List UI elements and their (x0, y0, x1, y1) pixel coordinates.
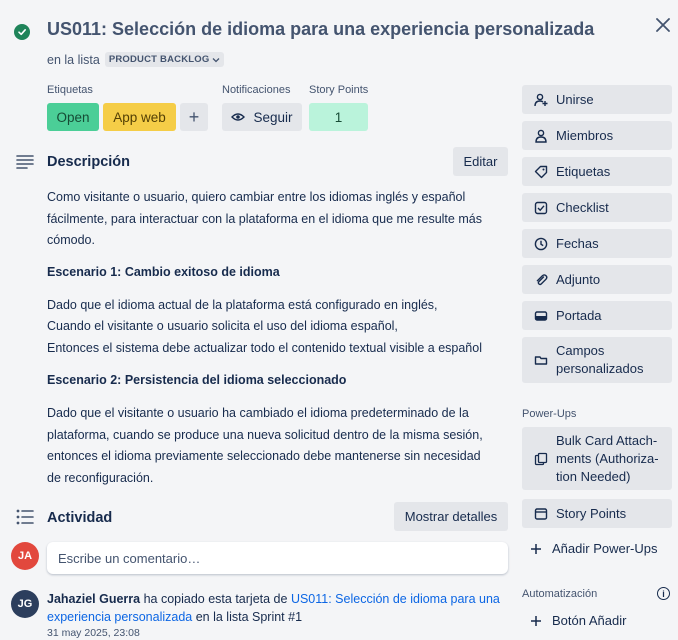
scenario1-title: Escenario 1: Cambio exitoso de idioma (47, 265, 280, 279)
description-icon (16, 155, 34, 169)
list-name: PRODUCT BACKLOG (108, 54, 210, 65)
edit-description-button[interactable]: Editar (453, 147, 508, 176)
notifications-heading: Notificaciones (222, 84, 291, 96)
dates-button[interactable]: Fechas (522, 229, 672, 258)
checklist-label: Checklist (556, 200, 609, 215)
story-points-value[interactable]: 1 (309, 103, 368, 131)
story-points-icon (534, 507, 548, 520)
activity-entry: Jahaziel Guerra ha copiado esta tarjeta … (47, 590, 507, 626)
attachment-button[interactable]: Adjunto (522, 265, 672, 294)
powerups-heading: Power-Ups (522, 408, 577, 420)
custom-fields-label: Campos personalizados (556, 343, 644, 376)
activity-user-avatar[interactable]: JG (11, 590, 39, 618)
join-button[interactable]: Unirse (522, 85, 672, 114)
attachment-label: Adjunto (556, 272, 601, 287)
clock-icon (534, 237, 548, 250)
person-icon (535, 129, 547, 143)
activity-icon (16, 509, 34, 525)
dates-label: Fechas (556, 236, 599, 251)
bulk-attachments-button[interactable]: Bulk Card Attach­ments (Authoriza­tion N… (522, 427, 672, 490)
list-location: en la lista PRODUCT BACKLOG (47, 52, 225, 67)
bulk-attachments-label: Bulk Card Attach­ments (Authoriza­tion N… (556, 432, 659, 484)
add-powerups-label: Añadir Power-Ups (552, 541, 658, 556)
plus-icon (531, 615, 541, 626)
close-button[interactable] (650, 12, 676, 38)
labels-label: Etiquetas (556, 164, 611, 179)
list-selector[interactable]: PRODUCT BACKLOG (104, 52, 225, 67)
custom-fields-button[interactable]: Campos personalizados (522, 337, 672, 383)
story-points-powerup-button[interactable]: Story Points (522, 499, 672, 528)
add-button-label: Botón Añadir (552, 613, 627, 628)
activity-action: ha copiado esta tarjeta de (143, 592, 288, 606)
copy-attach-icon (534, 452, 548, 465)
scenario2-text: Dado que el visitante o usuario ha cambi… (47, 406, 483, 485)
scenario1-line1: Dado que el idioma actual de la platafor… (47, 298, 438, 312)
paperclip-icon (536, 273, 548, 285)
activity-suffix: en la lista Sprint #1 (195, 610, 303, 624)
activity-timestamp[interactable]: 31 may 2025, 23:08 (47, 627, 140, 639)
story-points-heading: Story Points (309, 84, 369, 96)
checkbox-icon (534, 201, 548, 214)
in-list-prefix: en la lista (47, 52, 100, 67)
add-powerups-button[interactable]: Añadir Power-Ups (530, 541, 658, 556)
members-button[interactable]: Miembros (522, 121, 672, 150)
watch-label: Seguir (253, 109, 293, 125)
description-intro: Como visitante o usuario, quiero cambiar… (47, 190, 482, 247)
card-cover-icon (534, 310, 548, 321)
members-label: Miembros (556, 128, 614, 143)
scenario2-title: Escenario 2: Persistencia del idioma sel… (47, 373, 347, 387)
chevron-down-icon (212, 57, 220, 62)
activity-user-name[interactable]: Jahaziel Guerra (47, 592, 140, 606)
watch-button[interactable]: Seguir (222, 103, 302, 131)
labels-heading: Etiquetas (47, 84, 93, 96)
label-app-web[interactable]: App web (103, 103, 176, 131)
add-label-button[interactable]: + (180, 103, 208, 131)
eye-icon (231, 113, 246, 121)
add-person-icon (534, 93, 548, 106)
checklist-button[interactable]: Checklist (522, 193, 672, 222)
show-details-button[interactable]: Mostrar detalles (394, 502, 508, 531)
activity-heading: Actividad (47, 510, 113, 526)
description-heading: Descripción (47, 154, 130, 170)
story-points-powerup-label: Story Points (556, 506, 627, 521)
completed-check-icon[interactable] (14, 24, 30, 40)
tag-icon (534, 165, 548, 178)
scenario1-line2: Cuando el visitante o usuario solicita e… (47, 319, 398, 333)
card-title[interactable]: US011: Selección de idioma para una expe… (47, 19, 594, 40)
join-label: Unirse (556, 92, 594, 107)
close-icon (656, 18, 670, 32)
comment-input[interactable]: Escribe un comentario… (47, 542, 508, 574)
info-icon[interactable]: i (657, 587, 670, 600)
add-button-button[interactable]: Botón Añadir (530, 613, 626, 628)
scenario1-line3: Entonces el sistema debe actualizar todo… (47, 341, 482, 355)
cover-label: Portada (556, 308, 602, 323)
automation-heading: Automatización (522, 588, 598, 600)
fields-icon (534, 356, 548, 365)
current-user-avatar[interactable]: JA (11, 542, 39, 570)
cover-button[interactable]: Portada (522, 301, 672, 330)
plus-icon (531, 543, 541, 554)
label-open[interactable]: Open (47, 103, 99, 131)
labels-button[interactable]: Etiquetas (522, 157, 672, 186)
